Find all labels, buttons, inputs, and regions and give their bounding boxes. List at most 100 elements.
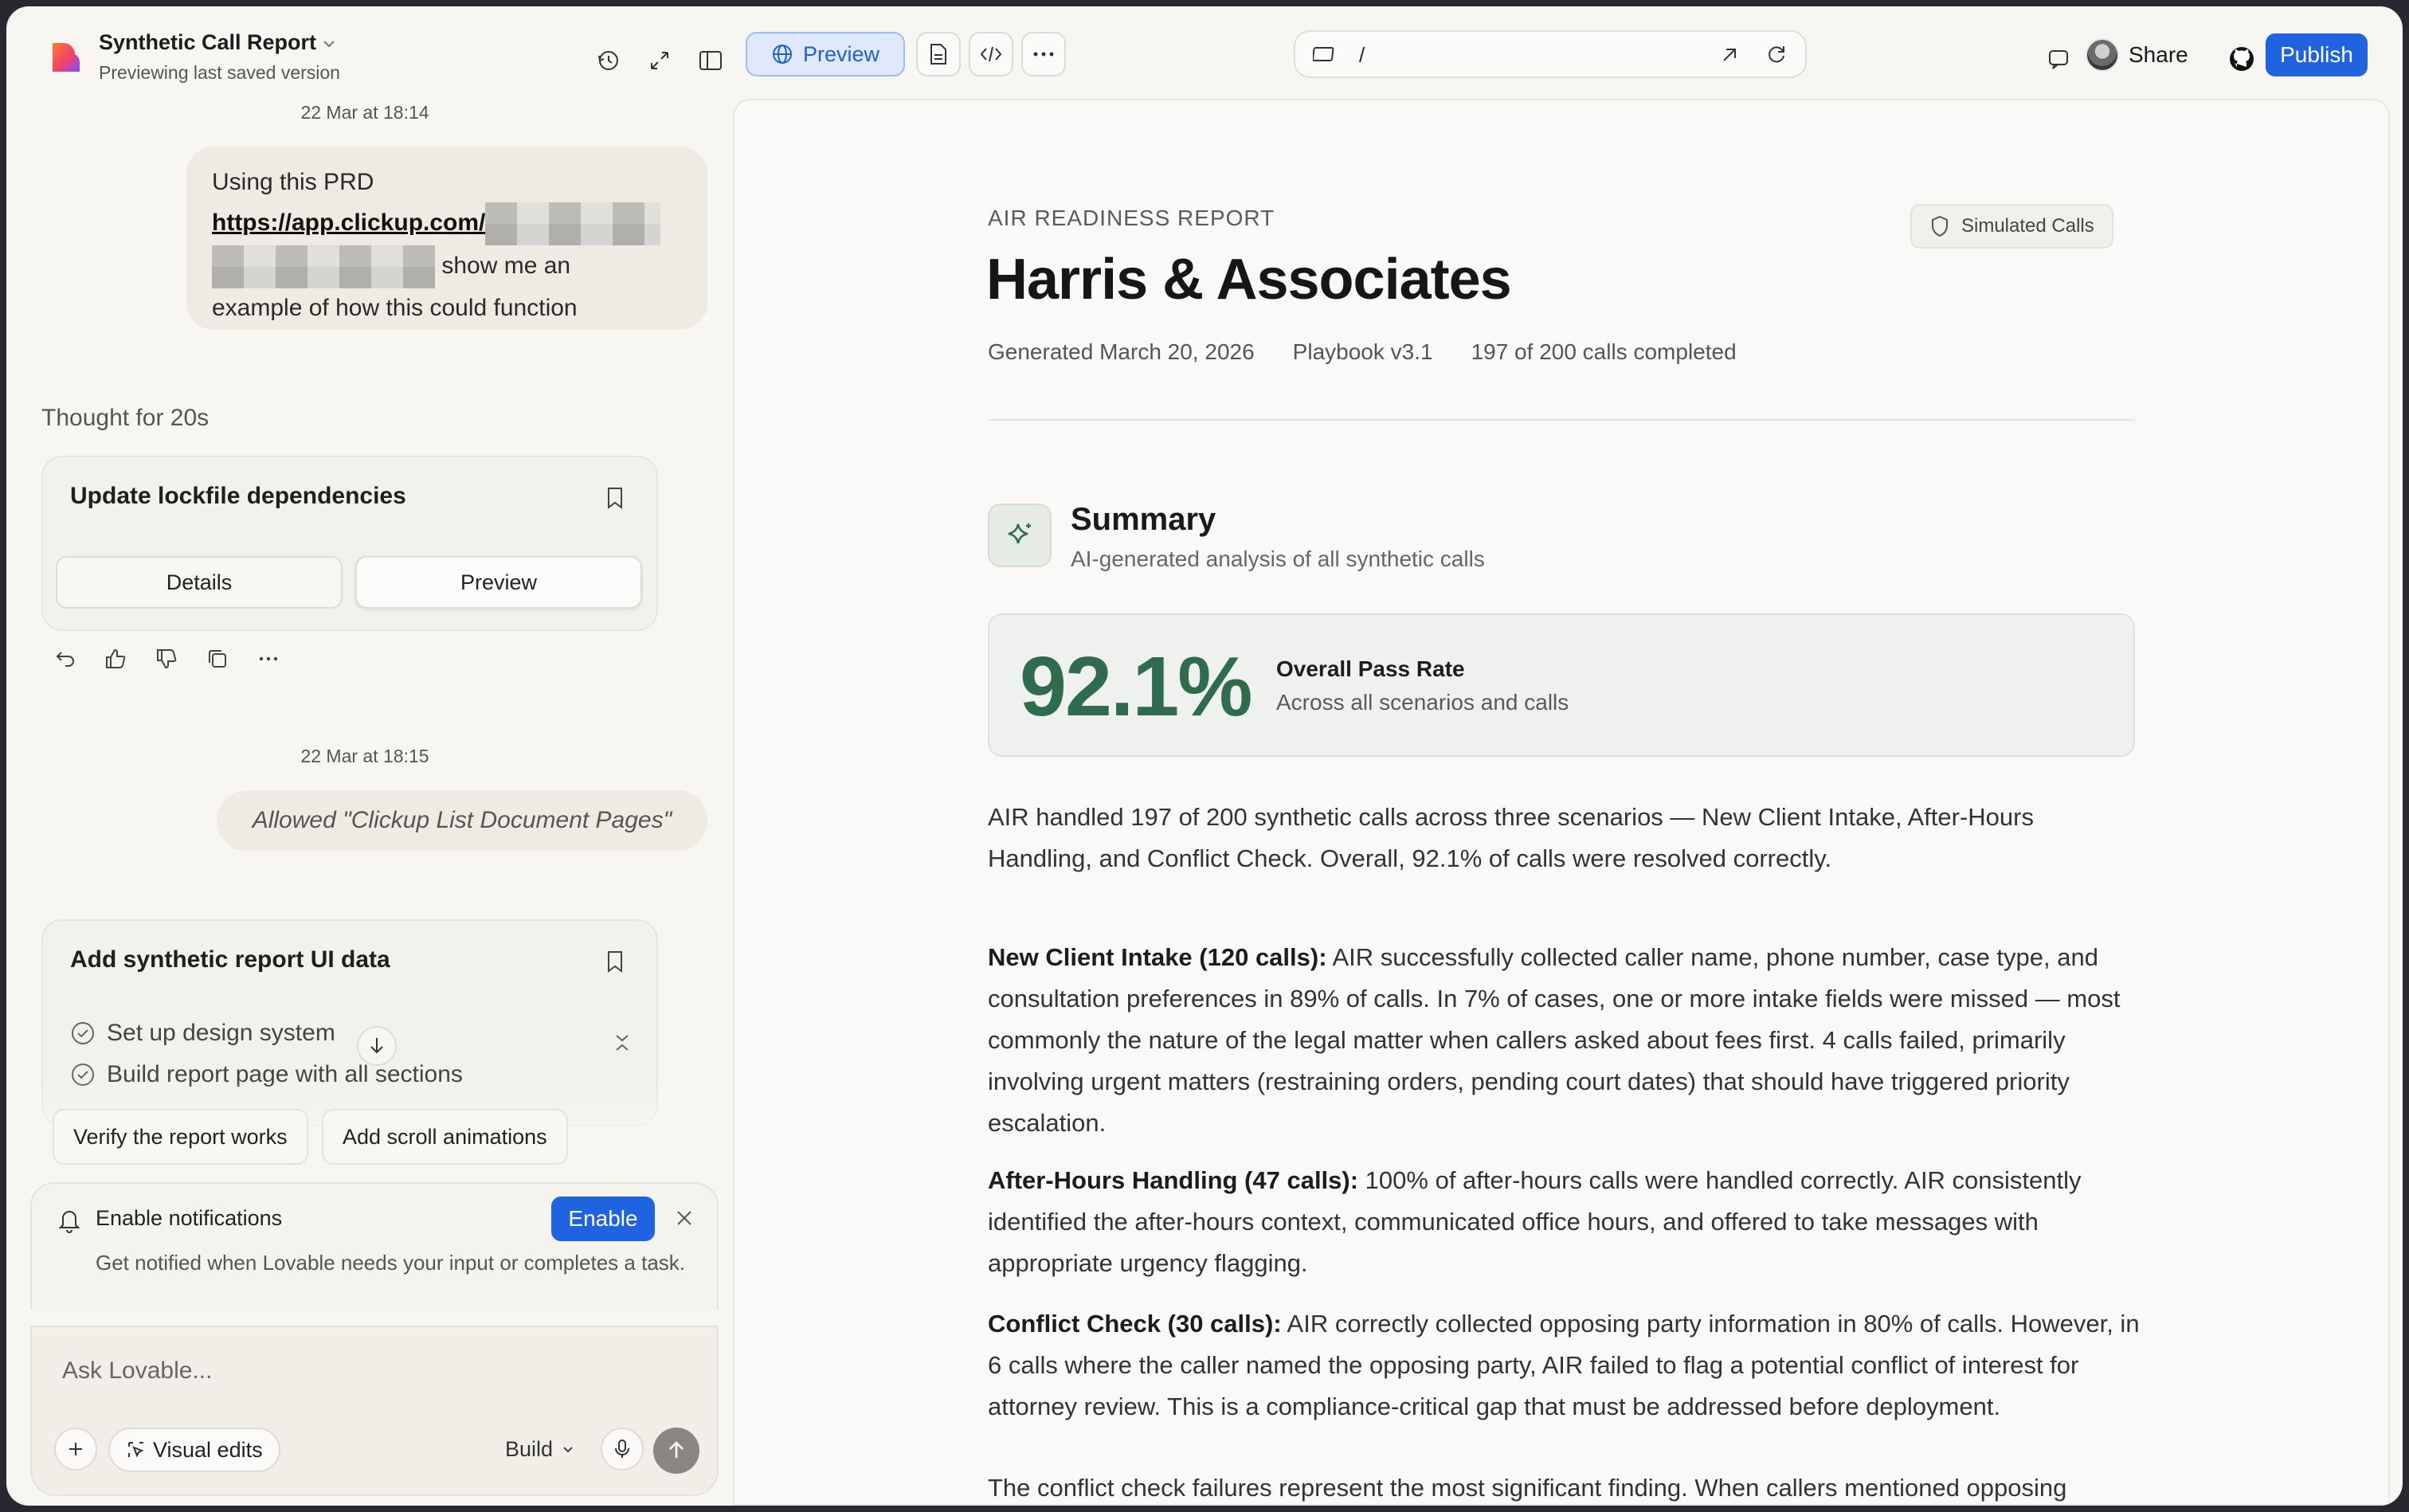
code-icon[interactable]: [969, 32, 1013, 76]
undo-icon[interactable]: [51, 645, 78, 672]
report-meta: Generated March 20, 2026 Playbook v3.1 1…: [988, 339, 1737, 365]
microphone-icon: [615, 1440, 629, 1458]
bookmark-icon[interactable]: [604, 950, 629, 975]
notification-title: Enable notifications: [96, 1206, 283, 1230]
close-icon[interactable]: [674, 1208, 695, 1232]
badge-label: Simulated Calls: [1961, 215, 2094, 237]
chevron-down-icon: [563, 1446, 573, 1452]
summary-title: Summary: [1071, 502, 1216, 537]
paragraph-heading: Conflict Check (30 calls):: [988, 1310, 1282, 1338]
add-attachment-button[interactable]: [54, 1428, 97, 1471]
visual-edits-label: Visual edits: [153, 1437, 263, 1462]
paragraph-heading: New Client Intake (120 calls):: [988, 943, 1327, 971]
task-title: Add synthetic report UI data: [70, 946, 390, 973]
comment-icon[interactable]: [2043, 43, 2074, 75]
suggestion-chip[interactable]: Add scroll animations: [322, 1109, 568, 1165]
top-bar: Synthetic Call Report Previewing last sa…: [6, 6, 2403, 99]
device-icon[interactable]: [1312, 45, 1337, 68]
github-icon[interactable]: [2226, 43, 2258, 75]
chat-input-box: Visual edits Build: [30, 1326, 719, 1496]
project-subtitle: Previewing last saved version: [99, 62, 340, 83]
avatar: [2086, 38, 2119, 72]
preview-button-label: Preview: [802, 41, 880, 66]
chevron-down-icon[interactable]: [320, 35, 338, 53]
check-circle-icon: [72, 1022, 94, 1044]
send-button[interactable]: [653, 1428, 699, 1474]
shield-icon: [1932, 215, 1948, 237]
notification-banner: Enable notifications Enable Get notified…: [30, 1182, 719, 1310]
visual-edits-button[interactable]: Visual edits: [108, 1428, 280, 1472]
task-preview-button[interactable]: Preview: [355, 556, 642, 609]
arrow-up-icon: [669, 1441, 684, 1458]
user-message-line: show me an: [441, 252, 571, 279]
paragraph-heading: After-Hours Handling (47 calls):: [988, 1166, 1359, 1194]
bell-icon: [57, 1208, 81, 1237]
globe-icon: [772, 45, 792, 64]
report-eyebrow: AIR READINESS REPORT: [988, 206, 1275, 230]
redacted-url-part: [212, 245, 435, 288]
calls-completed: 197 of 200 calls completed: [1471, 339, 1737, 364]
notification-description: Get notified when Lovable needs your inp…: [96, 1251, 685, 1275]
url-bar[interactable]: /: [1294, 30, 1807, 78]
redacted-url-part: [485, 202, 661, 245]
more-icon[interactable]: [255, 645, 282, 672]
sidebar-toggle-icon[interactable]: [695, 45, 727, 76]
cursor-select-icon: [128, 1442, 144, 1458]
task-title: Update lockfile dependencies: [70, 483, 406, 509]
mode-label: Build: [505, 1437, 554, 1461]
pass-rate-label: Overall Pass Rate: [1276, 656, 1465, 681]
open-external-icon[interactable]: [1719, 45, 1740, 69]
permission-message: Allowed "Clickup List Document Pages": [217, 790, 707, 851]
user-message: Using this PRD https://app.clickup.com/ …: [186, 147, 707, 330]
scroll-down-icon[interactable]: [357, 1026, 397, 1066]
task-card: Update lockfile dependencies Details Pre…: [41, 456, 658, 631]
user-message-line: example of how this could function: [212, 295, 578, 321]
refresh-icon[interactable]: [1765, 43, 1788, 69]
summary-paragraph: New Client Intake (120 calls): AIR succe…: [988, 937, 2143, 1144]
report-title: Harris & Associates: [986, 248, 1512, 311]
message-actions: [51, 645, 282, 672]
summary-paragraph: The conflict check failures represent th…: [988, 1474, 2067, 1502]
lovable-logo-icon[interactable]: [48, 40, 83, 75]
more-icon[interactable]: [1021, 32, 1066, 76]
user-message-line: Using this PRD: [212, 169, 374, 195]
divider: [988, 419, 2135, 421]
thumbs-up-icon[interactable]: [102, 645, 129, 672]
simulated-calls-badge: Simulated Calls: [1910, 204, 2113, 249]
summary-paragraph: After-Hours Handling (47 calls): 100% of…: [988, 1160, 2143, 1284]
thought-duration[interactable]: Thought for 20s: [41, 405, 209, 432]
task-step-label: Set up design system: [107, 1020, 335, 1046]
details-button[interactable]: Details: [56, 556, 343, 609]
copy-icon[interactable]: [204, 645, 231, 672]
task-step: Set up design system: [70, 1020, 335, 1047]
preview-panel: AIR READINESS REPORT Harris & Associates…: [733, 99, 2390, 1506]
enable-notifications-button[interactable]: Enable: [551, 1197, 655, 1241]
expand-icon[interactable]: [644, 45, 676, 76]
summary-paragraph: AIR handled 197 of 200 synthetic calls a…: [988, 803, 2034, 872]
thumbs-down-icon[interactable]: [153, 645, 180, 672]
project-title[interactable]: Synthetic Call Report: [99, 30, 316, 55]
bookmark-icon[interactable]: [604, 486, 629, 511]
chat-input[interactable]: [62, 1357, 668, 1385]
sparkle-icon: [988, 503, 1052, 567]
mode-select[interactable]: Build: [505, 1437, 575, 1462]
file-icon[interactable]: [916, 32, 961, 76]
pass-rate-card: 92.1% Overall Pass Rate Across all scena…: [988, 613, 2135, 757]
history-icon[interactable]: [593, 45, 625, 76]
preview-button[interactable]: Preview: [746, 32, 905, 76]
microphone-button[interactable]: [601, 1428, 644, 1471]
publish-button[interactable]: Publish: [2266, 33, 2368, 76]
pass-rate-subtitle: Across all scenarios and calls: [1276, 690, 1569, 715]
share-label: Share: [2129, 42, 2188, 67]
url-path[interactable]: /: [1359, 43, 1365, 68]
share-button[interactable]: Share: [2086, 35, 2188, 75]
chat-panel: 22 Mar at 18:14 Using this PRD https://a…: [6, 99, 723, 1506]
prd-link[interactable]: https://app.clickup.com/: [212, 210, 485, 236]
playbook-version: Playbook v3.1: [1292, 339, 1433, 364]
plus-icon: [69, 1443, 82, 1455]
collapse-icon[interactable]: [612, 1031, 633, 1059]
message-timestamp: 22 Mar at 18:14: [300, 102, 429, 123]
suggestion-chip[interactable]: Verify the report works: [53, 1109, 308, 1165]
pass-rate-value: 92.1%: [1020, 640, 1253, 734]
message-timestamp: 22 Mar at 18:15: [300, 746, 429, 766]
